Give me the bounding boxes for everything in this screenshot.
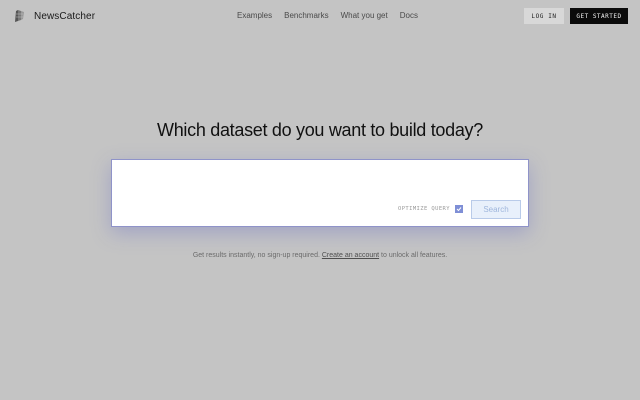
note-prefix: Get results instantly, no sign-up requir… <box>192 252 320 259</box>
optimize-query-toggle[interactable]: OPTIMIZE QUERY <box>398 205 463 213</box>
top-header: NewsCatcher Examples Benchmarks What you… <box>0 0 640 32</box>
page-title: Which dataset do you want to build today… <box>157 120 483 140</box>
optimize-query-label: OPTIMIZE QUERY <box>398 206 450 212</box>
search-input[interactable] <box>120 166 520 192</box>
login-button[interactable]: LOG IN <box>524 8 564 24</box>
optimize-query-checkbox[interactable] <box>454 205 463 213</box>
nav-examples[interactable]: Examples <box>237 11 272 20</box>
nav-docs[interactable]: Docs <box>400 11 418 20</box>
note-suffix: to unlock all features. <box>381 252 448 259</box>
page: NewsCatcher Examples Benchmarks What you… <box>0 0 640 400</box>
search-button[interactable]: Search <box>471 200 521 219</box>
nav-what-you-get[interactable]: What you get <box>341 11 388 20</box>
nav-benchmarks[interactable]: Benchmarks <box>284 11 328 20</box>
checkmark-icon <box>456 207 462 212</box>
brand[interactable]: NewsCatcher <box>12 8 95 24</box>
get-started-button[interactable]: GET STARTED <box>570 8 628 24</box>
main-nav: Examples Benchmarks What you get Docs <box>237 11 418 20</box>
newscatcher-logo-icon <box>15 10 24 22</box>
search-panel: OPTIMIZE QUERY Search <box>111 159 529 227</box>
create-account-link[interactable]: Create an account <box>322 252 379 259</box>
brand-name: NewsCatcher <box>34 10 96 22</box>
signup-note: Get results instantly, no sign-up requir… <box>0 252 640 259</box>
